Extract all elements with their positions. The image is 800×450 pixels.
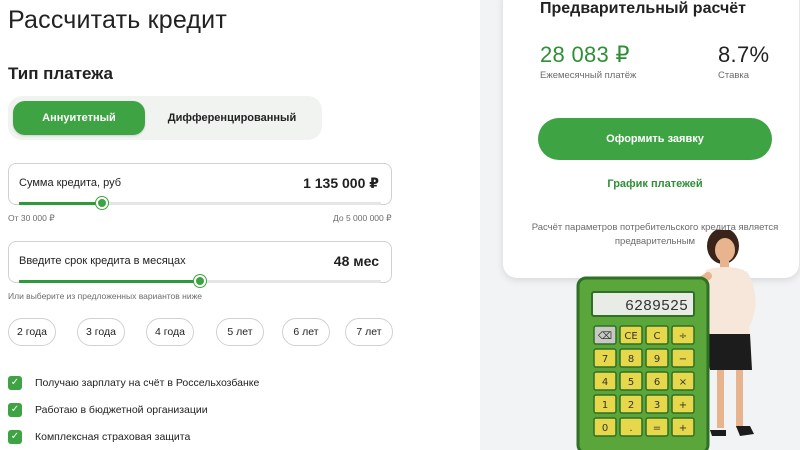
page-title: Рассчитать кредит — [8, 6, 228, 34]
insurance-checkbox[interactable]: ✓ — [8, 430, 22, 444]
calculator-key-label: + — [679, 423, 687, 434]
term-chip-5-years[interactable]: 5 лет — [216, 318, 264, 346]
term-chip-4-years[interactable]: 4 года — [146, 318, 194, 346]
loan-amount-label: Сумма кредита, руб — [19, 177, 122, 189]
term-chip-3-years[interactable]: 3 года — [77, 318, 125, 346]
term-chip-2-years[interactable]: 2 года — [8, 318, 56, 346]
salary-account-label: Получаю зарплату на счёт в Россельхозбан… — [35, 377, 260, 389]
calculator-key-label: 0 — [602, 423, 608, 434]
public-sector-label: Работаю в бюджетной организации — [35, 404, 208, 416]
insurance-option[interactable]: ✓ Комплексная страховая защита — [8, 429, 190, 445]
calculator-key-label: = — [653, 423, 661, 434]
calculator-display: 6289525 — [625, 298, 688, 315]
term-chip-7-years[interactable]: 7 лет — [345, 318, 393, 346]
loan-amount-slider-fill — [19, 202, 103, 205]
calculator-key-label: 8 — [628, 354, 634, 365]
public-sector-option[interactable]: ✓ Работаю в бюджетной организации — [8, 402, 208, 418]
loan-amount-slider-thumb[interactable] — [96, 197, 109, 209]
calculator-key-label: − — [679, 354, 687, 365]
payment-type-title: Тип платежа — [8, 64, 113, 83]
payment-schedule-link[interactable]: График платежей — [538, 178, 772, 190]
calculator-key-label: 6 — [654, 377, 660, 388]
term-chip-6-years[interactable]: 6 лет — [282, 318, 330, 346]
calculator-key-label: 1 — [602, 400, 608, 411]
loan-term-slider[interactable] — [19, 275, 381, 287]
loan-amount-slider[interactable] — [19, 197, 381, 209]
calculator-key-label: CE — [624, 331, 637, 342]
annuity-payment-button[interactable]: Аннуитетный — [13, 101, 145, 135]
rate-caption: Ставка — [718, 70, 750, 81]
loan-amount-max: До 5 000 000 ₽ — [333, 213, 392, 223]
calculator-key-label: ÷ — [679, 331, 687, 342]
loan-term-field[interactable]: Введите срок кредита в месяцах 48 мес — [8, 241, 392, 287]
calculator-key-label: 2 — [628, 400, 634, 411]
monthly-payment-caption: Ежемесячный платёж — [540, 70, 637, 81]
differentiated-payment-button[interactable]: Дифференцированный — [148, 101, 316, 135]
calculator-illustration: 6289525 ⌫ CE C ÷ 7 8 9 − 4 5 6 × 1 2 3 +0. = + — [576, 230, 756, 450]
calculator-key-label: 5 — [628, 377, 634, 388]
salary-account-option[interactable]: ✓ Получаю зарплату на счёт в Россельхозб… — [8, 375, 259, 391]
calculator-key-label: × — [679, 377, 687, 388]
insurance-label: Комплексная страховая защита — [35, 431, 191, 443]
monthly-payment-value: 28 083 ₽ — [540, 42, 630, 67]
calculator-key-label: C — [654, 331, 661, 342]
loan-amount-min: От 30 000 ₽ — [8, 213, 55, 223]
calculator-key-label: 4 — [602, 377, 608, 388]
calculator-key-label: 9 — [654, 354, 660, 365]
calculator-form: Рассчитать кредит Тип платежа Аннуитетны… — [0, 0, 480, 450]
loan-term-value[interactable]: 48 мес — [334, 253, 379, 269]
calculator-key-label: 3 — [654, 400, 660, 411]
public-sector-checkbox[interactable]: ✓ — [8, 403, 22, 417]
calculator-key-label: . — [629, 423, 632, 434]
loan-amount-field[interactable]: Сумма кредита, руб 1 135 000 ₽ — [8, 163, 392, 209]
term-hint: Или выберите из предложенных вариантов н… — [8, 291, 203, 301]
rate-value: 8.7% — [718, 42, 770, 67]
summary-title: Предварительный расчёт — [540, 0, 746, 17]
calculator-key-label: 7 — [602, 354, 608, 365]
calculator-icon: 6289525 ⌫ CE C ÷ 7 8 9 − 4 5 6 × 1 2 3 +0. = + — [576, 276, 710, 450]
loan-amount-value[interactable]: 1 135 000 ₽ — [303, 175, 379, 192]
calculator-key-label: + — [679, 400, 687, 411]
calculator-key-label: ⌫ — [598, 331, 612, 342]
payment-type-switch: Аннуитетный Дифференцированный — [8, 96, 322, 140]
loan-term-slider-thumb[interactable] — [194, 275, 206, 287]
salary-account-checkbox[interactable]: ✓ — [8, 376, 22, 390]
loan-term-slider-fill — [19, 280, 200, 283]
loan-term-label: Введите срок кредита в месяцах — [19, 255, 186, 267]
apply-button[interactable]: Оформить заявку — [538, 118, 772, 160]
term-chips: 2 года 3 года 4 года 5 лет 6 лет 7 лет — [8, 318, 398, 348]
